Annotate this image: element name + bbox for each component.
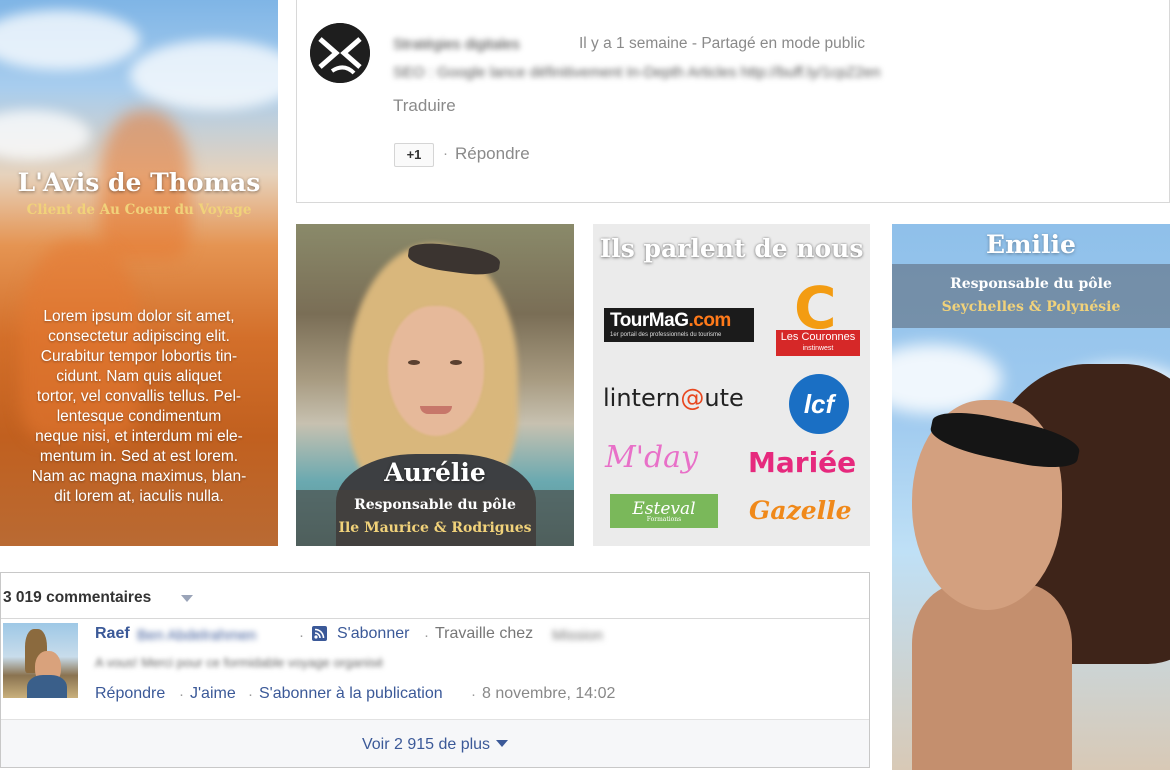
staff-region: Ile Maurice & Rodrigues: [338, 520, 532, 536]
couronnes-name: Les Couronnes: [780, 331, 856, 343]
subscribe-link[interactable]: S'abonner: [337, 625, 409, 643]
chevron-down-icon[interactable]: [496, 740, 509, 747]
gazelle-text: Gazelle: [749, 496, 852, 525]
commenter-name[interactable]: Raef: [95, 625, 130, 643]
portrait-mouth: [420, 406, 452, 414]
subscribe-post-link[interactable]: S'abonner à la publication: [259, 685, 443, 703]
commenter-avatar[interactable]: [3, 623, 78, 698]
testimonial-line: lentesque condimentum: [56, 408, 222, 425]
couronnes-logo[interactable]: C Les Couronnes instinwest: [776, 278, 860, 358]
avatar-shirt: [27, 675, 67, 698]
separator: ·: [179, 686, 184, 703]
lcf-text: lcf: [803, 389, 835, 419]
mariee-text: Mariée: [748, 446, 857, 479]
comment-date[interactable]: 8 novembre, 14:02: [482, 685, 615, 703]
cloud-decoration: [130, 40, 278, 110]
reply-link[interactable]: Répondre: [455, 144, 530, 164]
esteval-sub: Formations: [646, 516, 682, 523]
portrait-eye: [408, 360, 420, 365]
couronnes-label: Les Couronnes instinwest: [776, 330, 860, 356]
rss-icon[interactable]: [312, 626, 327, 641]
logo-icon: [310, 23, 370, 83]
staff-card-emilie: Emilie Responsable du pôle Seychelles & …: [892, 224, 1170, 770]
linternaute-post: ute: [704, 384, 744, 412]
testimonial-line: dit lorem at, iaculis nulla.: [54, 488, 224, 505]
tourmag-logo[interactable]: TourMaG.com 1er portail des professionne…: [604, 308, 754, 342]
comments-header: 3 019 commentaires: [1, 573, 869, 619]
testimonial-title: L'Avis de Thomas: [17, 168, 261, 197]
testimonial-line: Curabitur tempor lobortis tin-: [40, 348, 238, 365]
author-avatar[interactable]: [310, 23, 370, 83]
reply-link[interactable]: Répondre: [95, 685, 165, 703]
portrait-neck: [912, 584, 1072, 770]
staff-role: Responsable du pôle: [354, 497, 516, 513]
staff-name: Emilie: [986, 230, 1076, 259]
comment-content: SEO : Google lance définitivement In-Dep…: [393, 64, 881, 81]
testimonial-line: mentum in. Sed at est lorem.: [39, 448, 239, 465]
staff-name: Aurélie: [384, 458, 486, 487]
google-comment-card: Stratégies digitales Il y a 1 semaine - …: [296, 0, 1170, 203]
testimonial-line: Nam ac magna maximus, blan-: [31, 468, 247, 485]
gazelle-logo[interactable]: Gazelle: [749, 496, 852, 525]
couronnes-sub: instinwest: [802, 345, 834, 352]
testimonial-line: consectetur adipiscing elit.: [48, 328, 230, 345]
linternaute-at: @: [680, 384, 705, 412]
facebook-comments-widget: 3 019 commentaires Raef Ben Abdelrahmen …: [0, 572, 870, 768]
press-title: Ils parlent de nous: [599, 234, 864, 263]
separator: ·: [443, 145, 448, 162]
cloud-decoration: [0, 110, 90, 160]
linternaute-logo[interactable]: lintern@ute: [603, 384, 744, 412]
testimonial-subtitle: Client de Au Coeur du Voyage: [26, 202, 252, 218]
separator: ·: [471, 686, 476, 703]
tourmag-name: TourMaG: [610, 310, 689, 331]
translate-link[interactable]: Traduire: [393, 96, 456, 116]
staff-region: Seychelles & Polynésie: [941, 299, 1121, 315]
tourmag-tagline: 1er portail des professionnels du touris…: [610, 332, 722, 338]
load-more-bar[interactable]: Voir 2 915 de plus: [1, 719, 869, 767]
mariee-logo[interactable]: Mariée: [748, 446, 856, 479]
comment-author[interactable]: Stratégies digitales: [393, 36, 563, 54]
mday-logo[interactable]: M'day: [605, 440, 698, 475]
comment-meta: Il y a 1 semaine - Partagé en mode publi…: [579, 35, 866, 52]
load-more-link[interactable]: Voir 2 915 de plus: [362, 736, 490, 754]
like-link[interactable]: J'aime: [190, 685, 236, 703]
portrait-face: [388, 306, 484, 436]
caption-band: [892, 264, 1170, 328]
sort-caret-icon[interactable]: [181, 595, 193, 602]
press-mentions-card: Ils parlent de nous TourMaG.com 1er port…: [593, 224, 870, 546]
mday-text: M'day: [605, 440, 699, 475]
testimonial-line: cidunt. Nam quis aliquet: [56, 368, 222, 385]
linternaute-pre: lintern: [603, 384, 681, 412]
lcf-logo[interactable]: lcf: [789, 374, 849, 434]
separator: ·: [424, 627, 429, 644]
staff-role: Responsable du pôle: [950, 276, 1112, 292]
testimonial-line: neque nisi, et interdum mi ele-: [35, 428, 243, 445]
esteval-logo[interactable]: Esteval Formations: [610, 494, 718, 528]
employer-name[interactable]: Mission: [552, 627, 618, 643]
testimonial-line: tortor, vel convallis tellus. Pel-: [36, 388, 242, 405]
separator: ·: [248, 686, 253, 703]
couronnes-letter: C: [794, 274, 837, 342]
comment-count[interactable]: 3 019 commentaires: [3, 589, 151, 607]
cloud-decoration: [0, 10, 140, 70]
tourmag-domain: .com: [688, 310, 731, 331]
testimonial-body: Lorem ipsum dolor sit amet, consectetur …: [12, 307, 266, 507]
works-at-label: Travaille chez: [435, 625, 534, 642]
testimonial-panel: L'Avis de Thomas Client de Au Coeur du V…: [0, 0, 278, 546]
plus-one-button[interactable]: +1: [394, 143, 434, 167]
portrait-eye: [450, 360, 462, 365]
separator: ·: [299, 627, 304, 644]
comment-text: A vous! Merci pour ce formidable voyage …: [95, 655, 384, 670]
staff-card-aurelie: Aurélie Responsable du pôle Ile Maurice …: [296, 224, 574, 546]
testimonial-line: Lorem ipsum dolor sit amet,: [43, 308, 235, 325]
commenter-surname[interactable]: Ben Abdelrahmen: [137, 627, 293, 643]
